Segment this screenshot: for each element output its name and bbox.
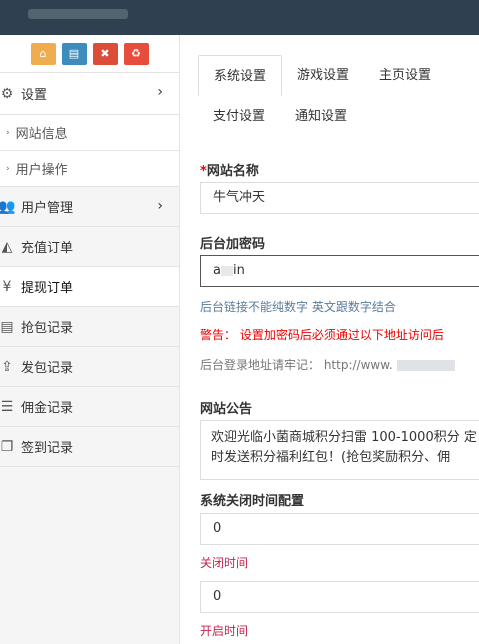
- list-icon: ☰: [0, 398, 14, 415]
- sidebar-item-label: 抢包记录: [21, 321, 74, 336]
- tab-system-settings[interactable]: 系统设置: [198, 55, 283, 96]
- tab-game-settings[interactable]: 游戏设置: [282, 55, 364, 96]
- sidebar-item-label: 提现订单: [21, 281, 74, 296]
- chevron-right-icon: ›: [157, 84, 163, 100]
- login-url-hint: 后台登录地址请牢记： http://www.: [200, 356, 455, 373]
- file-icon: ▤: [68, 47, 80, 60]
- sidebar-item-commission-records[interactable]: ☰ 佣金记录: [0, 387, 179, 427]
- sidebar-item-label: 充值订单: [21, 241, 74, 256]
- home-icon: ⌂: [39, 47, 47, 60]
- sidebar-item-label: 用户管理: [21, 201, 74, 216]
- open-time-input[interactable]: 0: [200, 581, 479, 613]
- site-name-label: *网站名称: [200, 164, 259, 179]
- open-time-sub-label: 开启时间: [200, 624, 249, 638]
- sidebar-item-label: 签到记录: [21, 441, 74, 456]
- trash-shortcut-button[interactable]: ✖: [92, 42, 118, 65]
- announcement-label: 网站公告: [200, 402, 253, 417]
- cogs-icon: ⚙: [0, 85, 14, 102]
- sidebar-item-label: 设置: [21, 88, 48, 103]
- sidebar-subitem-site-info[interactable]: › 网站信息: [0, 115, 179, 151]
- sidebar: ⌂ ▤ ✖ ♻ ⚙ 设置 › › 网站信息 › 用户操作 👥 用户管理 › ◭ …: [0, 35, 180, 644]
- backend-code-value-start: a: [213, 263, 221, 278]
- sidebar-item-label: 佣金记录: [21, 401, 74, 416]
- announcement-textarea[interactable]: 欢迎光临小菌商城积分扫雷 100-1000积分 定时发送积分福利红包！(抢包奖励…: [200, 420, 479, 480]
- yen-icon: ¥: [2, 278, 12, 295]
- shortcut-bar: ⌂ ▤ ✖ ♻: [0, 35, 179, 73]
- sidebar-subitem-user-ops[interactable]: › 用户操作: [0, 151, 179, 187]
- recycle-shortcut-button[interactable]: ♻: [123, 42, 149, 65]
- sidebar-subitem-label: 用户操作: [15, 163, 68, 178]
- main-panel: 系统设置 游戏设置 主页设置 支付设置 通知设置 *网站名称 牛气冲天 后台加密…: [181, 35, 479, 644]
- sidebar-item-grab-records[interactable]: ▤ 抢包记录: [0, 307, 179, 347]
- close-time-sub-label: 关闭时间: [200, 556, 249, 570]
- close-time-config-label: 系统关闭时间配置: [200, 494, 305, 509]
- backend-code-label: 后台加密码: [200, 237, 266, 252]
- tab-payment-settings[interactable]: 支付设置: [198, 96, 280, 137]
- backend-code-value-end: in: [232, 263, 245, 278]
- trash-icon: ✖: [100, 47, 110, 60]
- clone-icon: ❐: [0, 438, 14, 455]
- sidebar-item-label: 发包记录: [21, 361, 74, 376]
- backend-code-input[interactable]: a in: [200, 255, 479, 287]
- file-shortcut-button[interactable]: ▤: [61, 42, 87, 65]
- site-name-input[interactable]: 牛气冲天: [200, 182, 479, 214]
- sidebar-item-user-management[interactable]: 👥 用户管理 ›: [0, 187, 179, 227]
- upload-icon: ⇪: [1, 358, 13, 375]
- settings-tabs: 系统设置 游戏设置 主页设置 支付设置 通知设置: [198, 55, 479, 137]
- sidebar-item-signin-records[interactable]: ❐ 签到记录: [0, 427, 179, 467]
- users-icon: 👥: [0, 198, 16, 215]
- sidebar-item-withdraw-orders[interactable]: ¥ 提现订单: [0, 267, 179, 307]
- home-shortcut-button[interactable]: ⌂: [30, 42, 56, 65]
- tab-notify-settings[interactable]: 通知设置: [280, 96, 362, 137]
- caret-right-icon: ›: [6, 163, 10, 174]
- close-time-input[interactable]: 0: [200, 513, 479, 545]
- top-bar: [0, 0, 479, 35]
- sidebar-item-settings[interactable]: ⚙ 设置 ›: [0, 73, 179, 115]
- blurred-title: [28, 9, 128, 19]
- chevron-right-icon: ›: [157, 198, 163, 214]
- caret-right-icon: ›: [6, 127, 10, 138]
- sidebar-item-send-records[interactable]: ⇪ 发包记录: [0, 347, 179, 387]
- tab-home-settings[interactable]: 主页设置: [364, 55, 446, 96]
- backend-hint: 后台链接不能纯数字 英文跟数字结合: [200, 300, 396, 314]
- backend-warning: 警告： 设置加密码后必须通过以下地址访问后: [200, 328, 444, 342]
- file-text-icon: ▤: [0, 318, 14, 335]
- sidebar-subitem-label: 网站信息: [15, 127, 68, 142]
- sidebar-item-recharge-orders[interactable]: ◭ 充值订单: [0, 227, 179, 267]
- area-chart-icon: ◭: [1, 238, 13, 255]
- recycle-icon: ♻: [131, 47, 141, 60]
